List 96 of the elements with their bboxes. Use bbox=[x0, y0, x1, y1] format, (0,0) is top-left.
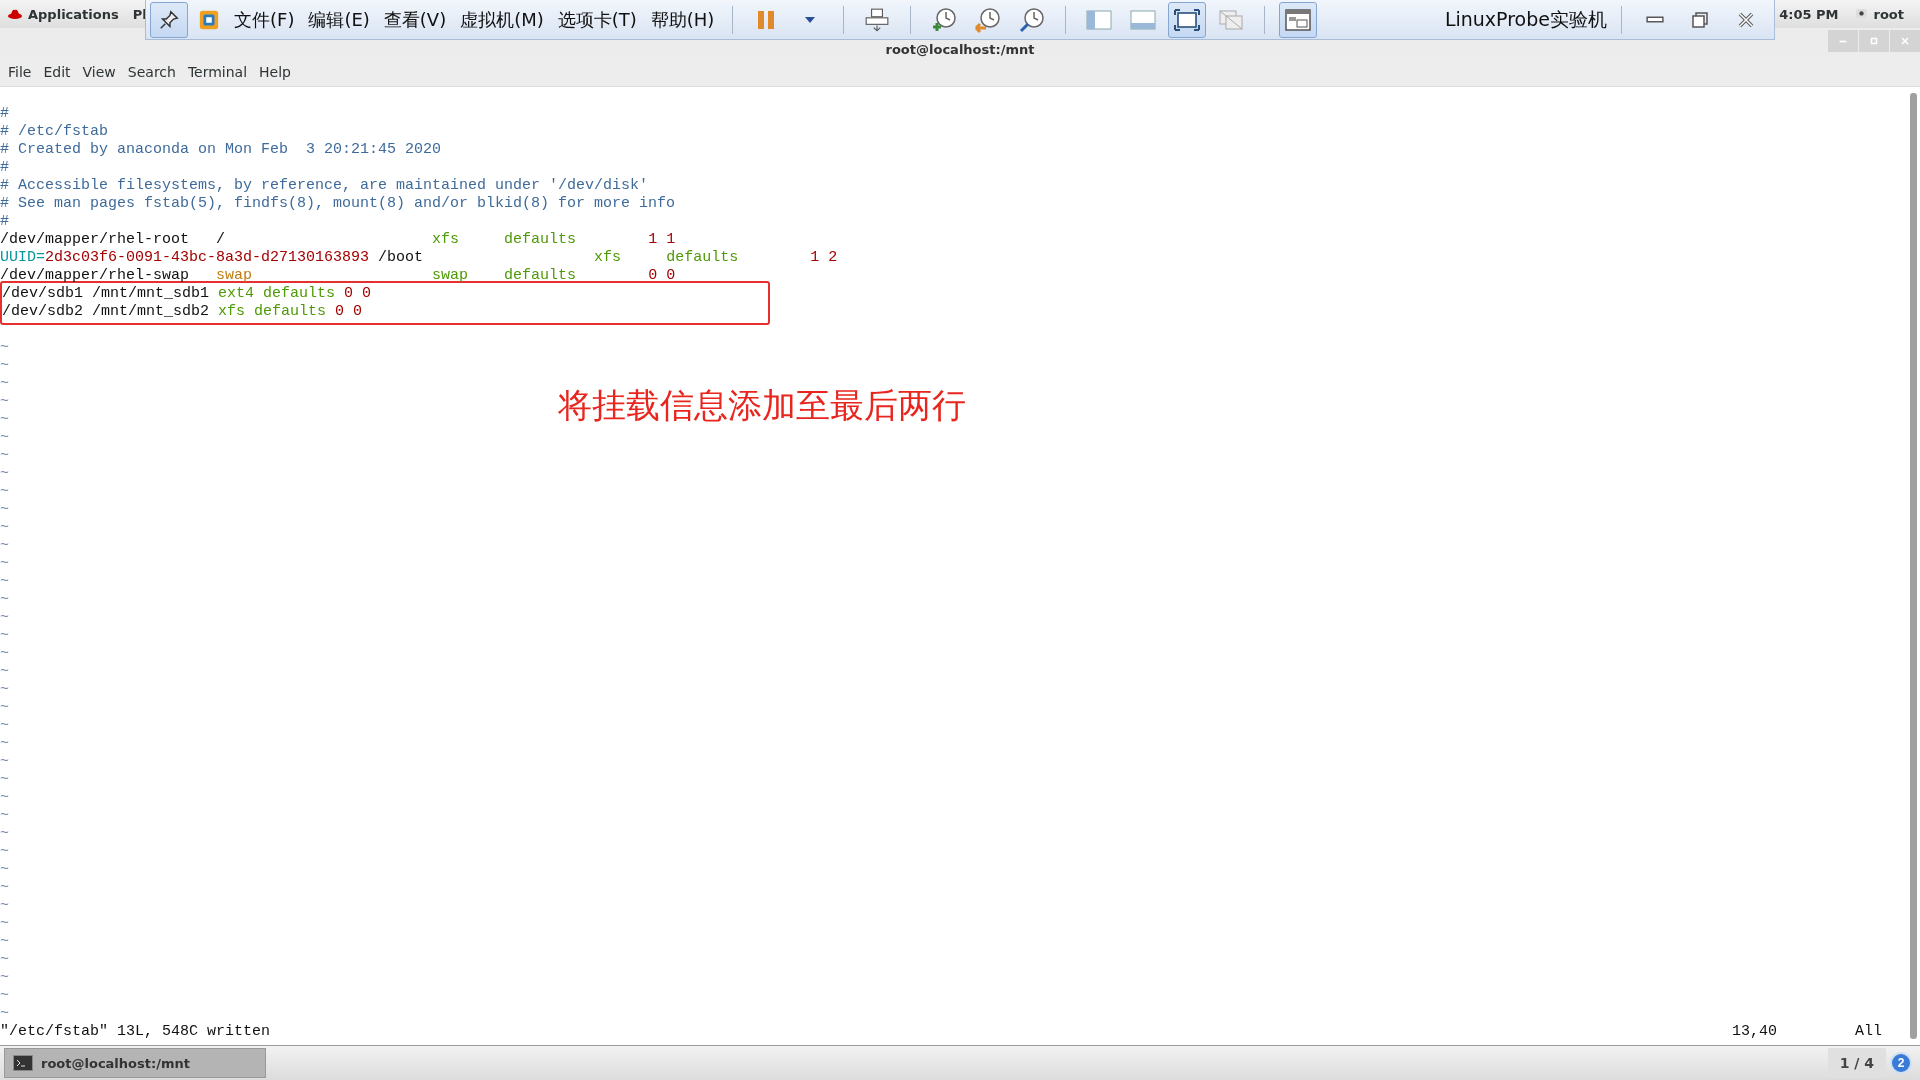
task-button[interactable]: root@localhost:/mnt bbox=[4, 1048, 266, 1078]
menu-item[interactable]: File bbox=[2, 64, 38, 80]
menu-item[interactable]: 查看(V) bbox=[379, 7, 451, 32]
scroll-position: All bbox=[1855, 1023, 1882, 1041]
menu-item[interactable]: Terminal bbox=[181, 64, 254, 80]
empty-line-marker: ~ bbox=[0, 447, 9, 465]
empty-line-marker: ~ bbox=[0, 537, 9, 555]
empty-line-marker: ~ bbox=[0, 807, 9, 825]
empty-line-marker: ~ bbox=[0, 933, 9, 951]
empty-line-marker: ~ bbox=[0, 969, 9, 987]
code-line: /dev/mapper/rhel-swap swap swap defaults 0 0 bbox=[0, 267, 676, 285]
empty-line-marker: ~ bbox=[0, 339, 9, 357]
code-line: # Created by anaconda on Mon Feb 3 20:21:45 2020 bbox=[0, 141, 442, 159]
empty-line-marker: ~ bbox=[0, 1005, 9, 1023]
empty-line-marker: ~ bbox=[0, 555, 9, 573]
empty-line-marker: ~ bbox=[0, 861, 9, 879]
maximize-icon bbox=[1869, 36, 1879, 46]
empty-line-marker: ~ bbox=[0, 393, 9, 411]
annotation-text: 将挂载信息添加至最后两行 bbox=[558, 384, 966, 427]
empty-line-marker: ~ bbox=[0, 429, 9, 447]
console-window-icon bbox=[1284, 7, 1313, 32]
applications-menu[interactable]: Applications bbox=[28, 6, 119, 22]
menu-item[interactable]: Search bbox=[121, 64, 182, 80]
empty-line-marker: ~ bbox=[0, 501, 9, 519]
window-title: root@localhost:/mnt bbox=[885, 42, 1035, 58]
pin-button[interactable] bbox=[150, 1, 188, 38]
empty-line-marker: ~ bbox=[0, 645, 9, 663]
clock[interactable]: 4:05 PM bbox=[1779, 6, 1839, 22]
empty-line-marker: ~ bbox=[0, 663, 9, 681]
empty-line-marker: ~ bbox=[0, 483, 9, 501]
vm-title: LinuxProbe实验机 bbox=[1444, 6, 1607, 32]
menu-item[interactable]: 编辑(E) bbox=[304, 7, 374, 32]
code-line: # bbox=[0, 105, 9, 123]
menu-item[interactable]: Edit bbox=[37, 64, 77, 80]
fullscreen-icon bbox=[1173, 7, 1202, 32]
cursor-position: 13,40 bbox=[1731, 1023, 1777, 1041]
code-line: /dev/sdb2 /mnt/mnt_sdb2 xfs defaults 0 0 bbox=[2, 303, 363, 321]
user-icon bbox=[1854, 7, 1868, 21]
clock-icon bbox=[930, 5, 959, 34]
empty-line-marker: ~ bbox=[0, 519, 9, 537]
menu-item[interactable]: 文件(F) bbox=[230, 7, 299, 32]
empty-line-marker: ~ bbox=[0, 357, 9, 375]
empty-line-marker: ~ bbox=[0, 753, 9, 771]
menu-item[interactable]: 选项卡(T) bbox=[553, 7, 641, 32]
empty-line-marker: ~ bbox=[0, 699, 9, 717]
code-line: # Accessible filesystems, by reference, are maintained under '/dev/disk' bbox=[0, 177, 649, 195]
clock-icon bbox=[1018, 5, 1047, 34]
minimize-icon bbox=[1646, 16, 1664, 23]
scrollbar[interactable] bbox=[1910, 93, 1917, 1039]
code-line: # See man pages fstab(5), findfs(8), mount(8) and/or blkid(8) for more info bbox=[0, 195, 676, 213]
close-icon bbox=[1900, 36, 1910, 46]
empty-line-marker: ~ bbox=[0, 951, 9, 969]
restore-icon bbox=[1690, 9, 1710, 30]
terminal-icon bbox=[13, 1055, 33, 1071]
empty-line-marker: ~ bbox=[0, 591, 9, 609]
empty-line-marker: ~ bbox=[0, 717, 9, 735]
empty-line-marker: ~ bbox=[0, 843, 9, 861]
user-menu[interactable]: root bbox=[1873, 6, 1904, 22]
code-line: # bbox=[0, 213, 9, 231]
empty-line-marker: ~ bbox=[0, 789, 9, 807]
menu-item[interactable]: 虚拟机(M) bbox=[456, 7, 548, 32]
app-logo-icon bbox=[198, 8, 220, 31]
fullscreen-button[interactable] bbox=[1168, 1, 1207, 38]
notification-badge[interactable]: 2 bbox=[1890, 1052, 1912, 1074]
empty-line-marker: ~ bbox=[0, 825, 9, 843]
sidebar-layout-icon bbox=[1085, 7, 1114, 32]
menu-item[interactable]: 帮助(H) bbox=[646, 7, 719, 32]
code-line: # /etc/fstab bbox=[0, 123, 109, 141]
empty-line-marker: ~ bbox=[0, 627, 9, 645]
bottom-panel-icon bbox=[1129, 7, 1158, 32]
menu-item[interactable]: View bbox=[76, 64, 122, 80]
code-line: /dev/sdb1 /mnt/mnt_sdb1 ext4 defaults 0 0 bbox=[2, 285, 372, 303]
empty-line-marker: ~ bbox=[0, 465, 9, 483]
empty-line-marker: ~ bbox=[0, 681, 9, 699]
empty-line-marker: ~ bbox=[0, 879, 9, 897]
empty-line-marker: ~ bbox=[0, 735, 9, 753]
code-line: UUID=2d3c03f6-0091-43bc-8a3d-d27130163893 /boot xfs defaults 1 2 bbox=[0, 249, 838, 267]
status-message: "/etc/fstab" 13L, 548C written bbox=[0, 1023, 271, 1041]
empty-line-marker: ~ bbox=[0, 411, 9, 429]
keyboard-icon bbox=[864, 6, 891, 33]
console-view-button[interactable] bbox=[1279, 1, 1318, 38]
pin-icon bbox=[158, 8, 180, 31]
empty-line-marker: ~ bbox=[0, 987, 9, 1005]
empty-line-marker: ~ bbox=[0, 771, 9, 789]
empty-line-marker: ~ bbox=[0, 573, 9, 591]
empty-line-marker: ~ bbox=[0, 375, 9, 393]
hat-icon bbox=[8, 8, 22, 20]
code-line: # bbox=[0, 159, 9, 177]
code-line: /dev/mapper/rhel-root / xfs defaults 1 1 bbox=[0, 231, 676, 249]
menu-item[interactable]: Help bbox=[253, 64, 297, 80]
empty-line-marker: ~ bbox=[0, 609, 9, 627]
empty-line-marker: ~ bbox=[0, 897, 9, 915]
empty-line-marker: ~ bbox=[0, 915, 9, 933]
overlapping-windows-icon bbox=[1217, 7, 1246, 32]
minimize-icon bbox=[1839, 39, 1847, 43]
clock-icon bbox=[974, 5, 1003, 34]
